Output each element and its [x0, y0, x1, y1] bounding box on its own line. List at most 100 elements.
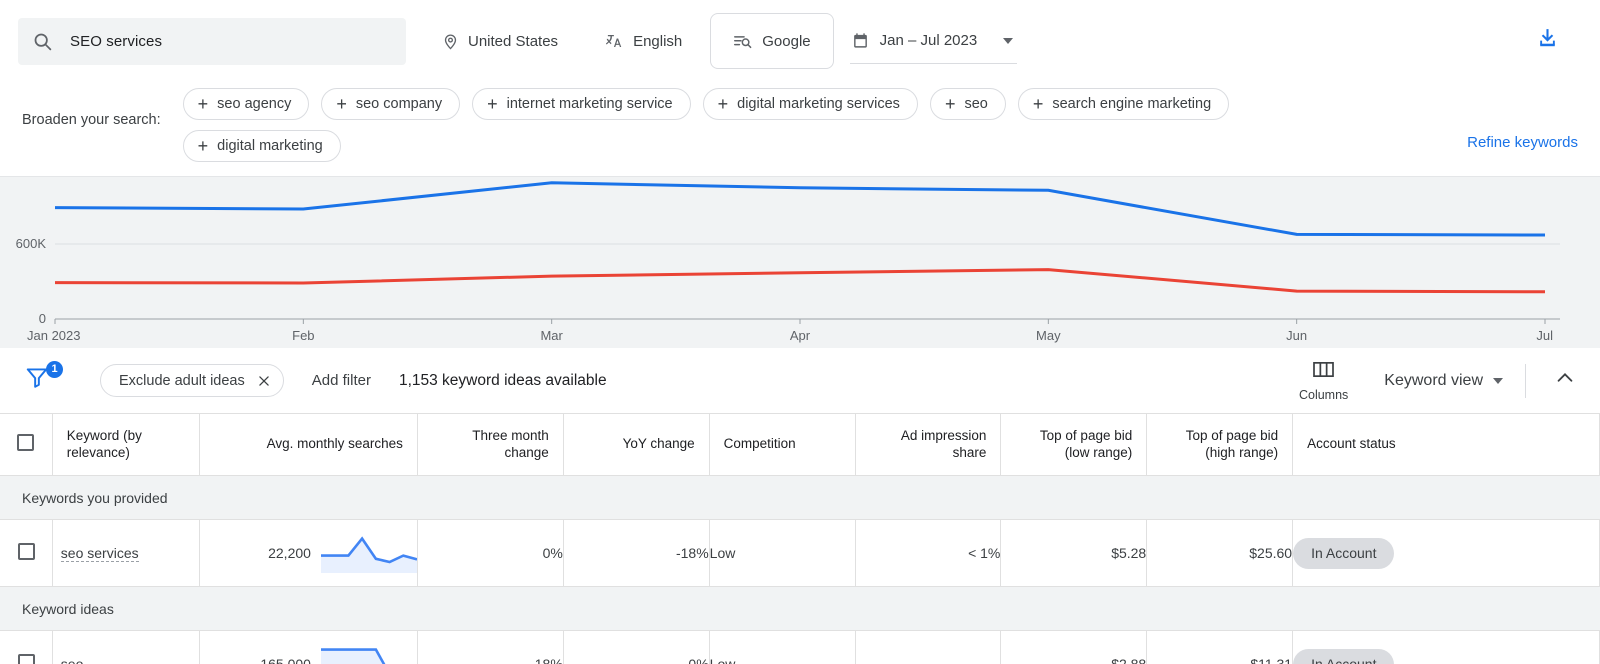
cell-top-bid-high: $11.31 — [1147, 631, 1293, 664]
view-selector-label: Keyword view — [1384, 372, 1483, 390]
broaden-chip-label: seo agency — [217, 96, 291, 112]
cell-yoy-change: -18% — [563, 520, 709, 587]
keyword-label[interactable]: seo — [61, 656, 84, 664]
filter-count-badge: 1 — [46, 361, 63, 378]
header-yoy-change[interactable]: YoY change — [563, 414, 709, 476]
plus-icon: + — [487, 95, 498, 113]
header-account-status[interactable]: Account status — [1293, 414, 1600, 476]
broaden-chip[interactable]: + digital marketing services — [703, 88, 918, 120]
group-header-row: Keywords you provided — [0, 476, 1600, 520]
cell-ad-impression-share: < 1% — [855, 520, 1001, 587]
network-selector[interactable]: Google — [710, 13, 833, 69]
broaden-chip[interactable]: + internet marketing service — [472, 88, 691, 120]
x-tick-label: Jul — [1536, 328, 1553, 343]
collapse-chart-button[interactable] — [1548, 361, 1582, 400]
keyword-ideas-count: 1,153 keyword ideas available — [399, 372, 607, 390]
chevron-up-icon — [1554, 367, 1576, 394]
row-checkbox[interactable] — [18, 654, 35, 664]
broaden-chip-label: seo company — [356, 96, 442, 112]
header-top-bid-high[interactable]: Top of page bid (high range) — [1147, 414, 1293, 476]
columns-label: Columns — [1299, 388, 1348, 402]
x-axis-tick-group: Jan 2023FebMarAprMayJunJul — [27, 319, 1553, 343]
broaden-chip[interactable]: + seo company — [321, 88, 460, 120]
cell-top-bid-low: $2.88 — [1001, 631, 1147, 664]
chevron-down-icon — [1493, 378, 1503, 384]
search-network-icon — [733, 33, 752, 50]
cell-account-status: In Account — [1293, 520, 1600, 587]
close-icon[interactable] — [257, 374, 271, 388]
location-pin-icon — [442, 33, 459, 50]
location-label: United States — [468, 33, 558, 50]
chart-canvas: 600K 0 Jan 2023FebMarAprMayJunJul — [0, 177, 1600, 349]
broaden-chip[interactable]: + seo — [930, 88, 1006, 120]
filter-funnel-button[interactable]: 1 — [24, 364, 62, 398]
download-icon — [1535, 26, 1560, 56]
add-filter-button[interactable]: Add filter — [312, 372, 371, 389]
plus-icon: + — [198, 137, 209, 155]
table-row[interactable]: seo 165,000 -18% 0% Low – $2.88 $11.31 I… — [0, 631, 1600, 664]
language-label: English — [633, 33, 682, 50]
cell-ad-impression-share: – — [855, 631, 1001, 664]
plus-icon: + — [945, 95, 956, 113]
cell-avg-monthly-searches: 22,200 — [199, 520, 417, 587]
columns-button[interactable]: Columns — [1299, 360, 1348, 402]
refine-keywords-link[interactable]: Refine keywords — [1467, 134, 1578, 151]
select-all-header — [0, 414, 52, 476]
keyword-table: Keyword (by relevance) Avg. monthly sear… — [0, 413, 1600, 664]
location-selector[interactable]: United States — [428, 18, 572, 64]
x-tick-label: Apr — [790, 328, 811, 343]
sparkline-chart — [321, 533, 417, 573]
broaden-chip[interactable]: + search engine marketing — [1018, 88, 1229, 120]
cell-three-month-change: -18% — [417, 631, 563, 664]
header-competition[interactable]: Competition — [709, 414, 855, 476]
plus-icon: + — [198, 95, 209, 113]
y-tick-0: 0 — [39, 311, 46, 326]
sparkline-chart — [321, 644, 417, 664]
cell-keyword: seo services — [52, 520, 199, 587]
group-title: Keyword ideas — [0, 587, 1600, 631]
select-all-checkbox[interactable] — [17, 434, 34, 451]
broaden-chip[interactable]: + digital marketing — [183, 130, 341, 162]
plus-icon: + — [336, 95, 347, 113]
search-volume-chart: 600K 0 Jan 2023FebMarAprMayJunJul — [0, 176, 1600, 348]
language-selector[interactable]: English — [592, 18, 696, 64]
group-title: Keywords you provided — [0, 476, 1600, 520]
keyword-link[interactable]: seo services — [61, 545, 139, 562]
toolbar-right-group: Columns Keyword view — [1299, 360, 1582, 402]
x-tick-label: Feb — [292, 328, 314, 343]
row-checkbox[interactable] — [18, 543, 35, 560]
header-avg-monthly-searches[interactable]: Avg. monthly searches — [199, 414, 417, 476]
active-filter-label: Exclude adult ideas — [119, 373, 245, 389]
header-three-month-change[interactable]: Three month change — [417, 414, 563, 476]
y-tick-600k: 600K — [16, 236, 47, 251]
calendar-icon — [852, 32, 869, 49]
broaden-chip-list: + seo agency + seo company + internet ma… — [183, 88, 1303, 162]
header-top-bid-low[interactable]: Top of page bid (low range) — [1001, 414, 1147, 476]
row-select-cell — [0, 520, 52, 587]
search-input[interactable]: SEO services — [18, 18, 406, 65]
top-search-bar: SEO services United States English Googl… — [0, 0, 1600, 82]
active-filter-chip[interactable]: Exclude adult ideas — [100, 364, 284, 397]
chart-line-searches — [55, 183, 1545, 235]
broaden-chip-label: digital marketing — [217, 138, 323, 154]
broaden-chip[interactable]: + seo agency — [183, 88, 310, 120]
group-header-row: Keyword ideas — [0, 587, 1600, 631]
header-keyword[interactable]: Keyword (by relevance) — [52, 414, 199, 476]
status-badge: In Account — [1293, 538, 1394, 569]
chevron-down-icon — [1003, 38, 1013, 44]
search-input-value: SEO services — [70, 33, 162, 50]
toolbar-divider — [1525, 364, 1526, 398]
search-icon — [32, 31, 53, 52]
header-ad-impression-share[interactable]: Ad impression share — [855, 414, 1001, 476]
cell-competition: Low — [709, 631, 855, 664]
view-selector[interactable]: Keyword view — [1384, 372, 1503, 390]
table-row[interactable]: seo services 22,200 0% -18% Low < 1% $5.… — [0, 520, 1600, 587]
date-range-selector[interactable]: Jan – Jul 2023 — [850, 18, 1018, 64]
row-select-cell — [0, 631, 52, 664]
cell-account-status: In Account — [1293, 631, 1600, 664]
broaden-search-section: Broaden your search: + seo agency + seo … — [0, 82, 1600, 176]
broaden-chip-label: seo — [964, 96, 987, 112]
x-tick-label: Mar — [540, 328, 563, 343]
broaden-chip-label: search engine marketing — [1052, 96, 1211, 112]
download-button[interactable] — [1535, 26, 1560, 56]
